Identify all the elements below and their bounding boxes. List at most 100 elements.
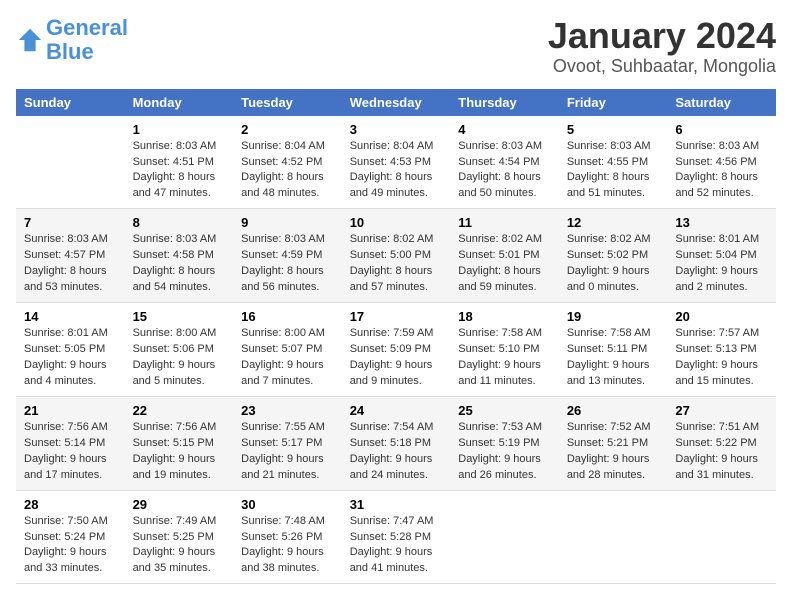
day-number: 9 [241,215,334,230]
day-info: Sunrise: 8:03 AMSunset: 4:57 PMDaylight:… [24,232,117,296]
day-number: 27 [675,403,768,418]
calendar-cell: 21 Sunrise: 7:56 AMSunset: 5:14 PMDaylig… [16,396,125,490]
day-info: Sunrise: 7:56 AMSunset: 5:15 PMDaylight:… [133,420,226,484]
calendar-cell [16,116,125,209]
calendar-cell: 26 Sunrise: 7:52 AMSunset: 5:21 PMDaylig… [559,396,668,490]
calendar-cell: 24 Sunrise: 7:54 AMSunset: 5:18 PMDaylig… [342,396,451,490]
title-block: January 2024 Ovoot, Suhbaatar, Mongolia [548,16,776,77]
day-info: Sunrise: 7:59 AMSunset: 5:09 PMDaylight:… [350,326,443,390]
calendar-cell: 10 Sunrise: 8:02 AMSunset: 5:00 PMDaylig… [342,209,451,303]
day-info: Sunrise: 8:03 AMSunset: 4:56 PMDaylight:… [675,139,768,203]
calendar-cell: 9 Sunrise: 8:03 AMSunset: 4:59 PMDayligh… [233,209,342,303]
day-number: 26 [567,403,660,418]
calendar-title: January 2024 [548,16,776,56]
calendar-cell: 15 Sunrise: 8:00 AMSunset: 5:06 PMDaylig… [125,303,234,397]
calendar-subtitle: Ovoot, Suhbaatar, Mongolia [548,56,776,77]
calendar-cell: 5 Sunrise: 8:03 AMSunset: 4:55 PMDayligh… [559,116,668,209]
day-info: Sunrise: 8:02 AMSunset: 5:02 PMDaylight:… [567,232,660,296]
day-number: 3 [350,122,443,137]
calendar-cell: 17 Sunrise: 7:59 AMSunset: 5:09 PMDaylig… [342,303,451,397]
logo-icon [16,26,44,54]
day-number: 15 [133,309,226,324]
day-info: Sunrise: 7:50 AMSunset: 5:24 PMDaylight:… [24,514,117,578]
calendar-cell: 13 Sunrise: 8:01 AMSunset: 5:04 PMDaylig… [667,209,776,303]
header-thursday: Thursday [450,89,559,116]
day-number: 29 [133,497,226,512]
day-number: 10 [350,215,443,230]
day-info: Sunrise: 7:48 AMSunset: 5:26 PMDaylight:… [241,514,334,578]
day-number: 5 [567,122,660,137]
day-info: Sunrise: 8:03 AMSunset: 4:51 PMDaylight:… [133,139,226,203]
day-number: 6 [675,122,768,137]
header-sunday: Sunday [16,89,125,116]
day-info: Sunrise: 7:52 AMSunset: 5:21 PMDaylight:… [567,420,660,484]
calendar-cell: 14 Sunrise: 8:01 AMSunset: 5:05 PMDaylig… [16,303,125,397]
day-info: Sunrise: 8:03 AMSunset: 4:58 PMDaylight:… [133,232,226,296]
day-info: Sunrise: 8:03 AMSunset: 4:54 PMDaylight:… [458,139,551,203]
day-info: Sunrise: 7:56 AMSunset: 5:14 PMDaylight:… [24,420,117,484]
calendar-cell: 31 Sunrise: 7:47 AMSunset: 5:28 PMDaylig… [342,490,451,584]
calendar-cell: 27 Sunrise: 7:51 AMSunset: 5:22 PMDaylig… [667,396,776,490]
calendar-cell: 12 Sunrise: 8:02 AMSunset: 5:02 PMDaylig… [559,209,668,303]
day-number: 19 [567,309,660,324]
calendar-week-4: 21 Sunrise: 7:56 AMSunset: 5:14 PMDaylig… [16,396,776,490]
day-number: 21 [24,403,117,418]
day-info: Sunrise: 7:51 AMSunset: 5:22 PMDaylight:… [675,420,768,484]
calendar-cell: 20 Sunrise: 7:57 AMSunset: 5:13 PMDaylig… [667,303,776,397]
calendar-cell: 19 Sunrise: 7:58 AMSunset: 5:11 PMDaylig… [559,303,668,397]
day-number: 11 [458,215,551,230]
day-number: 30 [241,497,334,512]
day-info: Sunrise: 8:01 AMSunset: 5:05 PMDaylight:… [24,326,117,390]
day-info: Sunrise: 8:02 AMSunset: 5:01 PMDaylight:… [458,232,551,296]
day-info: Sunrise: 8:00 AMSunset: 5:06 PMDaylight:… [133,326,226,390]
calendar-cell: 7 Sunrise: 8:03 AMSunset: 4:57 PMDayligh… [16,209,125,303]
calendar-cell: 8 Sunrise: 8:03 AMSunset: 4:58 PMDayligh… [125,209,234,303]
day-info: Sunrise: 8:02 AMSunset: 5:00 PMDaylight:… [350,232,443,296]
day-number: 22 [133,403,226,418]
calendar-cell: 28 Sunrise: 7:50 AMSunset: 5:24 PMDaylig… [16,490,125,584]
day-info: Sunrise: 8:03 AMSunset: 4:59 PMDaylight:… [241,232,334,296]
day-number: 23 [241,403,334,418]
day-number: 8 [133,215,226,230]
calendar-cell: 4 Sunrise: 8:03 AMSunset: 4:54 PMDayligh… [450,116,559,209]
day-info: Sunrise: 7:54 AMSunset: 5:18 PMDaylight:… [350,420,443,484]
calendar-week-3: 14 Sunrise: 8:01 AMSunset: 5:05 PMDaylig… [16,303,776,397]
day-number: 2 [241,122,334,137]
day-info: Sunrise: 7:57 AMSunset: 5:13 PMDaylight:… [675,326,768,390]
header-wednesday: Wednesday [342,89,451,116]
header-row: Sunday Monday Tuesday Wednesday Thursday… [16,89,776,116]
day-number: 14 [24,309,117,324]
day-info: Sunrise: 8:04 AMSunset: 4:52 PMDaylight:… [241,139,334,203]
day-number: 25 [458,403,551,418]
header-monday: Monday [125,89,234,116]
day-number: 1 [133,122,226,137]
calendar-cell: 6 Sunrise: 8:03 AMSunset: 4:56 PMDayligh… [667,116,776,209]
day-info: Sunrise: 7:55 AMSunset: 5:17 PMDaylight:… [241,420,334,484]
calendar-cell: 2 Sunrise: 8:04 AMSunset: 4:52 PMDayligh… [233,116,342,209]
day-number: 7 [24,215,117,230]
day-info: Sunrise: 7:53 AMSunset: 5:19 PMDaylight:… [458,420,551,484]
day-info: Sunrise: 7:58 AMSunset: 5:10 PMDaylight:… [458,326,551,390]
day-number: 20 [675,309,768,324]
day-number: 31 [350,497,443,512]
day-info: Sunrise: 7:47 AMSunset: 5:28 PMDaylight:… [350,514,443,578]
calendar-cell: 30 Sunrise: 7:48 AMSunset: 5:26 PMDaylig… [233,490,342,584]
calendar-cell [667,490,776,584]
calendar-cell [559,490,668,584]
logo: General Blue [16,16,128,64]
day-info: Sunrise: 8:00 AMSunset: 5:07 PMDaylight:… [241,326,334,390]
day-number: 17 [350,309,443,324]
calendar-week-5: 28 Sunrise: 7:50 AMSunset: 5:24 PMDaylig… [16,490,776,584]
calendar-cell [450,490,559,584]
calendar-table: Sunday Monday Tuesday Wednesday Thursday… [16,89,776,585]
calendar-cell: 29 Sunrise: 7:49 AMSunset: 5:25 PMDaylig… [125,490,234,584]
calendar-week-2: 7 Sunrise: 8:03 AMSunset: 4:57 PMDayligh… [16,209,776,303]
day-number: 24 [350,403,443,418]
calendar-cell: 18 Sunrise: 7:58 AMSunset: 5:10 PMDaylig… [450,303,559,397]
day-number: 4 [458,122,551,137]
calendar-cell: 23 Sunrise: 7:55 AMSunset: 5:17 PMDaylig… [233,396,342,490]
day-number: 13 [675,215,768,230]
header-saturday: Saturday [667,89,776,116]
day-number: 16 [241,309,334,324]
calendar-cell: 22 Sunrise: 7:56 AMSunset: 5:15 PMDaylig… [125,396,234,490]
